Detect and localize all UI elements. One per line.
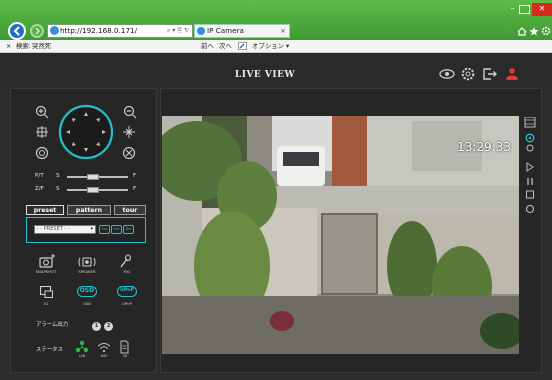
microphone-icon[interactable]: [120, 254, 131, 268]
preset-select[interactable]: - - PRESET - - ▾: [34, 225, 96, 234]
wifi-status-icon: [97, 343, 111, 353]
chevron-down-icon: ▾: [90, 226, 93, 232]
pause-icon[interactable]: [527, 178, 533, 185]
iris-close-icon[interactable]: [122, 146, 136, 160]
osd-badge[interactable]: OSD: [77, 286, 97, 297]
favorites-star-icon[interactable]: [529, 27, 539, 36]
pan-tilt-slider-handle[interactable]: [87, 174, 99, 180]
user-icon[interactable]: [506, 68, 518, 80]
speaker-icon[interactable]: [78, 257, 96, 267]
tab-preset[interactable]: preset: [26, 205, 64, 215]
arrow-right-icon: [35, 27, 41, 35]
address-url[interactable]: http://192.168.0.171/: [60, 26, 137, 35]
tab-pattern[interactable]: pattern: [67, 205, 111, 215]
command-bar: × 検索: 突然死 前へ 次へ オプション ▾: [0, 40, 552, 53]
snapshot-label: SNAPSHOT: [35, 269, 57, 274]
sd-label: SD: [122, 354, 128, 358]
minimize-button[interactable]: –: [507, 5, 518, 14]
play-icon[interactable]: [526, 162, 534, 172]
find-prev-button[interactable]: 前へ: [201, 40, 214, 52]
upnp-label: UPnP: [122, 301, 132, 306]
home-icon[interactable]: [517, 27, 527, 36]
eye-icon[interactable]: [439, 69, 455, 79]
page-title: LIVE VIEW: [234, 70, 296, 80]
zoom-focus-slow-label: S: [56, 186, 60, 192]
pan-tilt-label: P/T: [35, 173, 44, 179]
iris-open-icon[interactable]: [35, 146, 49, 160]
upnp-badge[interactable]: UPnP: [117, 286, 137, 297]
zoom-in-icon[interactable]: [35, 105, 49, 119]
zoom-out-icon[interactable]: [123, 105, 137, 119]
focus-far-icon[interactable]: [123, 126, 135, 138]
record-settings-alt-icon[interactable]: [526, 144, 534, 152]
tab-title: IP Camera: [207, 26, 244, 35]
status-label: ステータス: [36, 347, 63, 353]
preset-go-button[interactable]: Go: [99, 225, 110, 234]
preset-delete-button[interactable]: Del: [123, 225, 134, 234]
x1-label: X1: [43, 301, 49, 306]
film-icon[interactable]: [524, 117, 536, 128]
zoom-focus-fast-label: F: [133, 186, 137, 192]
maximize-button[interactable]: [519, 5, 530, 14]
alarm-output-label: アラーム出力: [36, 322, 69, 328]
find-close-button[interactable]: ×: [6, 40, 11, 52]
record-settings-icon[interactable]: [525, 133, 535, 143]
forward-button[interactable]: [30, 24, 44, 38]
back-button[interactable]: [8, 22, 26, 40]
gear-icon[interactable]: [461, 67, 475, 81]
find-next-button[interactable]: 次へ: [219, 40, 232, 52]
screen-x1-icon[interactable]: [40, 286, 53, 298]
pencil-icon: [239, 43, 245, 49]
alarm-output-2-button[interactable]: 2: [104, 322, 113, 331]
tools-gear-icon[interactable]: [541, 26, 551, 36]
osd-label: OSD: [82, 301, 92, 306]
lan-status-icon: [75, 340, 89, 353]
preset-set-button[interactable]: Set: [111, 225, 122, 234]
video-timestamp: 13:29:33: [457, 140, 511, 154]
arrow-left-icon: [13, 26, 20, 36]
alarm-output-1-button[interactable]: 1: [92, 322, 101, 331]
video-toolbar: [524, 117, 536, 214]
preset-select-value: - - PRESET - -: [37, 226, 70, 232]
controls-row-1: [39, 254, 131, 268]
sd-card-status-icon: [120, 340, 129, 354]
highlight-checkbox[interactable]: [238, 42, 247, 50]
zoom-focus-slider-handle[interactable]: [87, 187, 99, 193]
full-screen-icon[interactable]: [525, 204, 535, 214]
snapshot-camera-icon[interactable]: [39, 254, 55, 268]
stop-icon[interactable]: [526, 190, 534, 199]
status-icons: [75, 340, 129, 354]
speaker-label: SPEAKER: [78, 269, 96, 274]
close-window-button[interactable]: ✕: [532, 3, 552, 16]
pan-tilt-slow-label: S: [56, 173, 60, 179]
find-label: 検索:: [16, 42, 31, 50]
pan-tilt-speed-slider[interactable]: [67, 174, 128, 180]
tab-close-button[interactable]: ×: [280, 25, 286, 37]
focus-near-icon[interactable]: [36, 126, 48, 138]
pan-tilt-fast-label: F: [133, 173, 137, 179]
window-controls: – ✕: [505, 3, 552, 16]
logout-icon[interactable]: [483, 68, 497, 80]
page-favicon-icon: [50, 26, 59, 35]
address-bar[interactable]: http://192.168.0.171/ ⌕ ▾ 🖹 ↻: [47, 24, 193, 38]
zoom-focus-label: Z/F: [35, 186, 44, 192]
mic-label: MIC: [123, 269, 131, 274]
header-icons: [438, 66, 526, 82]
live-video-feed[interactable]: 13:29:33: [162, 116, 519, 354]
address-tools[interactable]: ⌕ ▾ 🖹 ↻: [167, 25, 189, 37]
browser-actions: [516, 25, 552, 37]
wifi-label: WIFI: [100, 354, 108, 358]
find-input[interactable]: 突然死: [32, 40, 51, 52]
ptz-direction-pad[interactable]: [57, 103, 115, 161]
tab-tour[interactable]: tour: [114, 205, 146, 215]
zoom-focus-speed-slider[interactable]: [67, 187, 128, 193]
browser-tab[interactable]: IP Camera ×: [194, 24, 290, 38]
find-options-button[interactable]: オプション ▾: [252, 40, 289, 52]
lan-label: LAN: [78, 354, 86, 358]
tab-favicon-icon: [197, 27, 205, 35]
